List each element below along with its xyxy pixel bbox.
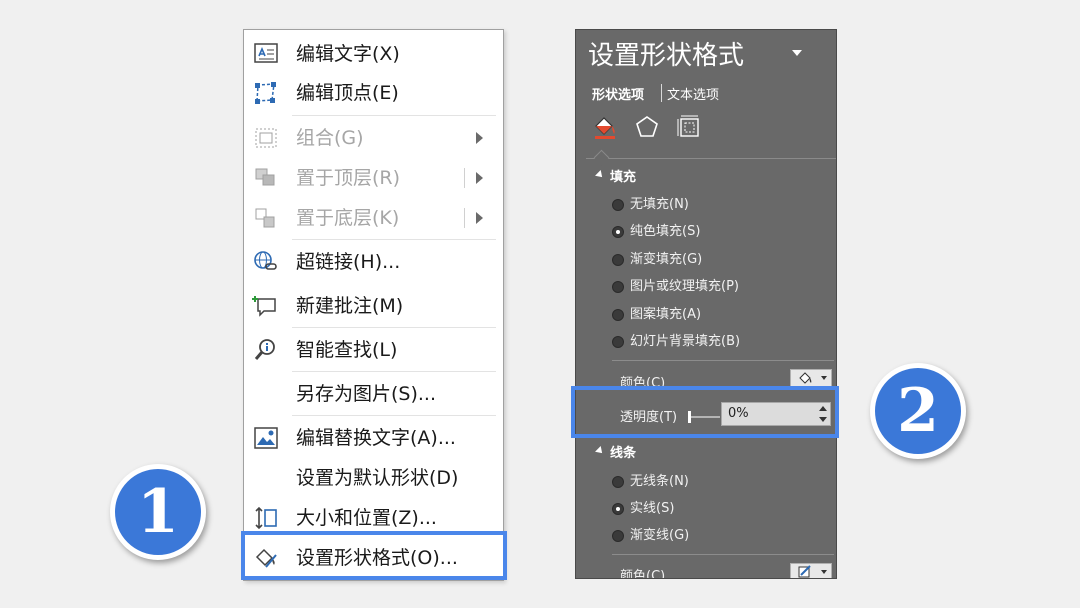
collapse-arrow-icon[interactable] bbox=[595, 170, 605, 180]
radio-label: 实线(S) bbox=[630, 501, 675, 516]
menu-item-save-as-picture[interactable]: 另存为图片(S)... bbox=[244, 376, 503, 412]
radio-label: 幻灯片背景填充(B) bbox=[630, 334, 741, 349]
menu-divider bbox=[292, 415, 496, 416]
fill-section-header[interactable]: 填充 bbox=[610, 166, 636, 185]
new-comment-icon bbox=[252, 296, 276, 317]
menu-item-label: 另存为图片(S)... bbox=[296, 383, 437, 405]
submenu-arrow-icon bbox=[476, 132, 483, 144]
menu-item-label: 超链接(H)... bbox=[296, 251, 401, 273]
menu-divider bbox=[292, 371, 496, 372]
section-divider bbox=[612, 360, 834, 361]
menu-item-label: 编辑顶点(E) bbox=[296, 82, 399, 104]
tab-divider bbox=[661, 84, 662, 102]
radio-label: 图片或纹理填充(P) bbox=[630, 279, 739, 294]
pane-options-dropdown-icon[interactable] bbox=[792, 50, 802, 56]
submenu-divider bbox=[464, 208, 465, 228]
radio-button[interactable] bbox=[612, 309, 624, 321]
radio-button[interactable] bbox=[612, 336, 624, 348]
radio-button[interactable] bbox=[612, 476, 624, 488]
step-badge-1: 1 bbox=[110, 464, 206, 560]
edit-text-icon bbox=[254, 43, 278, 63]
chevron-down-icon bbox=[821, 376, 827, 380]
context-menu: 编辑文字(X) 编辑顶点(E) 组合(G) 置于顶层(R) 置于底层(K) 超链… bbox=[243, 29, 504, 581]
pane-divider bbox=[586, 158, 836, 159]
paint-bucket-icon bbox=[799, 372, 812, 384]
pen-icon bbox=[798, 565, 811, 578]
tab-shape-options[interactable]: 形状选项 bbox=[592, 84, 644, 103]
smart-lookup-icon bbox=[254, 339, 275, 360]
menu-item-label: 智能查找(L) bbox=[296, 339, 398, 361]
menu-item-label: 编辑文字(X) bbox=[296, 43, 400, 65]
send-to-back-icon bbox=[255, 208, 275, 228]
menu-item-new-comment[interactable]: 新建批注(M) bbox=[244, 288, 503, 324]
menu-item-label: 组合(G) bbox=[296, 127, 364, 149]
menu-item-label: 新建批注(M) bbox=[296, 295, 404, 317]
submenu-arrow-icon bbox=[476, 172, 483, 184]
bring-to-front-icon bbox=[255, 168, 275, 186]
radio-label: 无填充(N) bbox=[630, 197, 689, 212]
radio-label: 无线条(N) bbox=[630, 474, 689, 489]
chevron-down-icon bbox=[821, 570, 827, 574]
radio-button[interactable] bbox=[612, 503, 624, 515]
line-color-button[interactable] bbox=[790, 563, 832, 578]
menu-divider bbox=[292, 327, 496, 328]
menu-item-bring-to-front[interactable]: 置于顶层(R) bbox=[244, 160, 503, 196]
menu-item-label: 置于顶层(R) bbox=[296, 167, 401, 189]
radio-button[interactable] bbox=[612, 254, 624, 266]
radio-button[interactable] bbox=[612, 281, 624, 293]
radio-button[interactable] bbox=[612, 199, 624, 211]
step-badge-2: 2 bbox=[870, 363, 966, 459]
menu-item-group[interactable]: 组合(G) bbox=[244, 120, 503, 156]
effects-icon[interactable] bbox=[634, 114, 660, 140]
radio-label: 纯色填充(S) bbox=[630, 224, 701, 239]
format-shape-pane: 设置形状格式 形状选项 文本选项 填充 无填充(N) 纯色填充(S) 渐变填充(… bbox=[575, 29, 837, 579]
highlight-box-transparency bbox=[571, 386, 839, 438]
section-divider bbox=[612, 554, 834, 555]
tab-text-options[interactable]: 文本选项 bbox=[667, 84, 719, 103]
edit-points-icon bbox=[255, 82, 276, 104]
radio-button[interactable] bbox=[612, 226, 624, 238]
menu-item-label: 编辑替换文字(A)... bbox=[296, 427, 456, 449]
alt-text-icon bbox=[254, 427, 278, 449]
menu-item-hyperlink[interactable]: 超链接(H)... bbox=[244, 244, 503, 280]
line-color-label: 颜色(C) bbox=[620, 569, 666, 579]
menu-item-set-default-shape[interactable]: 设置为默认形状(D) bbox=[244, 460, 503, 496]
size-position-icon bbox=[255, 506, 277, 530]
menu-item-label: 设置为默认形状(D) bbox=[296, 467, 459, 489]
line-section-header[interactable]: 线条 bbox=[610, 442, 636, 461]
menu-item-label: 大小和位置(Z)... bbox=[296, 507, 437, 529]
highlight-box-format-shape bbox=[241, 531, 507, 580]
radio-label: 图案填充(A) bbox=[630, 307, 702, 322]
submenu-divider bbox=[464, 168, 465, 188]
radio-label: 渐变线(G) bbox=[630, 528, 690, 543]
group-icon bbox=[255, 128, 277, 148]
menu-divider bbox=[292, 239, 496, 240]
radio-button[interactable] bbox=[612, 530, 624, 542]
menu-item-send-to-back[interactable]: 置于底层(K) bbox=[244, 200, 503, 236]
fill-line-icon[interactable] bbox=[592, 114, 618, 140]
menu-divider bbox=[292, 115, 496, 116]
collapse-arrow-icon[interactable] bbox=[595, 446, 605, 456]
pane-title: 设置形状格式 bbox=[588, 41, 745, 71]
hyperlink-icon bbox=[254, 251, 277, 270]
menu-item-label: 置于底层(K) bbox=[296, 207, 400, 229]
menu-item-edit-points[interactable]: 编辑顶点(E) bbox=[244, 75, 503, 111]
submenu-arrow-icon bbox=[476, 212, 483, 224]
size-properties-icon[interactable] bbox=[676, 114, 702, 140]
menu-item-smart-lookup[interactable]: 智能查找(L) bbox=[244, 332, 503, 368]
menu-item-edit-text[interactable]: 编辑文字(X) bbox=[244, 36, 503, 72]
selected-tab-pointer bbox=[593, 149, 610, 166]
radio-label: 渐变填充(G) bbox=[630, 252, 703, 267]
fill-color-button[interactable] bbox=[790, 369, 832, 387]
menu-item-alt-text[interactable]: 编辑替换文字(A)... bbox=[244, 420, 503, 456]
